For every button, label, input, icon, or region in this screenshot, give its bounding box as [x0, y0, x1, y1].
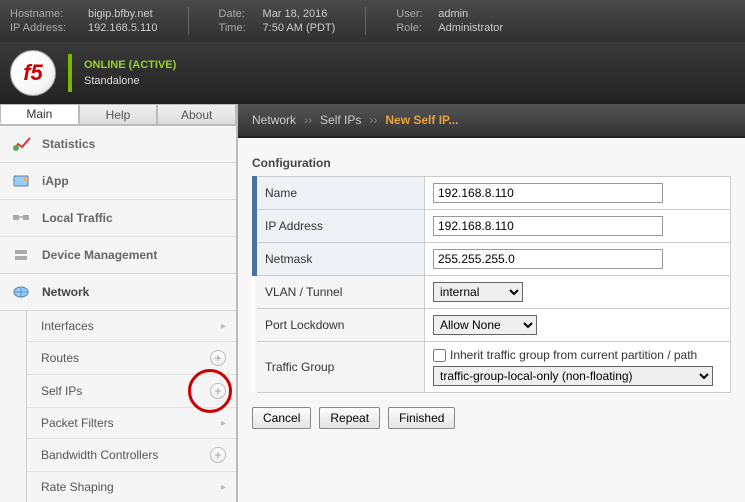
date-label: Date:	[219, 8, 257, 20]
inherit-tg-row[interactable]: Inherit traffic group from current parti…	[433, 348, 722, 362]
netmask-input[interactable]	[433, 249, 663, 269]
cfg-name-label: Name	[255, 177, 425, 210]
content: Configuration Name IP Address Netmask VL…	[238, 138, 745, 502]
breadcrumb-sep: ››	[304, 113, 312, 127]
localtraffic-icon	[12, 210, 32, 226]
cancel-button[interactable]: Cancel	[252, 407, 311, 429]
right-panel: Network ›› Self IPs ›› New Self IP... Co…	[236, 104, 745, 502]
subitem-bandwidth[interactable]: Bandwidth Controllers +	[27, 439, 236, 472]
ipaddress-input[interactable]	[433, 216, 663, 236]
hostname-value: bigip.bfby.net	[88, 8, 153, 20]
subitem-selfips[interactable]: Self IPs +	[27, 375, 236, 408]
name-input[interactable]	[433, 183, 663, 203]
nav-devicemgmt-label: Device Management	[42, 248, 157, 262]
topbar-sep	[188, 7, 189, 35]
status-standalone: Standalone	[84, 73, 176, 89]
status-online: ONLINE (ACTIVE)	[84, 57, 176, 73]
breadcrumb-sep: ››	[369, 113, 377, 127]
tab-help[interactable]: Help	[79, 104, 158, 124]
ip-value: 192.168.5.110	[88, 22, 158, 34]
portlockdown-select[interactable]: Allow None	[433, 315, 537, 335]
role-value: Administrator	[438, 22, 503, 34]
chevron-right-icon: ▸	[221, 418, 226, 429]
nav-network-label: Network	[42, 285, 89, 299]
nav-statistics-label: Statistics	[42, 137, 95, 151]
nav-localtraffic[interactable]: Local Traffic	[0, 200, 236, 237]
tabs: Main Help About	[0, 104, 236, 126]
tab-main[interactable]: Main	[0, 104, 79, 124]
chevron-right-icon: ▸	[221, 482, 226, 493]
finished-button[interactable]: Finished	[388, 407, 455, 429]
time-value: 7:50 AM (PDT)	[263, 22, 336, 34]
cfg-vlan-label: VLAN / Tunnel	[255, 276, 425, 309]
breadcrumb: Network ›› Self IPs ›› New Self IP...	[238, 104, 745, 138]
subitem-packetfilters[interactable]: Packet Filters ▸	[27, 408, 236, 439]
section-title: Configuration	[252, 156, 731, 170]
network-subnav: Interfaces ▸ Routes + Self IPs + Packet …	[26, 311, 236, 502]
user-label: User:	[396, 8, 432, 20]
subitem-rateshaping[interactable]: Rate Shaping ▸	[27, 472, 236, 502]
nav-iapp-label: iApp	[42, 174, 69, 188]
left-panel: Main Help About Statistics iApp Local Tr…	[0, 104, 236, 502]
ip-label: IP Address:	[10, 22, 82, 34]
user-value: admin	[438, 8, 468, 20]
inherit-tg-label: Inherit traffic group from current parti…	[450, 348, 697, 362]
subitem-routes-label: Routes	[41, 351, 79, 365]
subitem-routes[interactable]: Routes +	[27, 342, 236, 375]
breadcrumb-selfips[interactable]: Self IPs	[320, 113, 361, 127]
button-row: Cancel Repeat Finished	[252, 407, 731, 429]
subitem-packetfilters-label: Packet Filters	[41, 416, 114, 430]
add-icon[interactable]: +	[210, 383, 226, 399]
cfg-tg-label: Traffic Group	[255, 342, 425, 393]
trafficgroup-select[interactable]: traffic-group-local-only (non-floating)	[433, 366, 713, 386]
inherit-tg-checkbox[interactable]	[433, 349, 446, 362]
status-accent-bar	[68, 54, 72, 92]
subitem-bandwidth-label: Bandwidth Controllers	[41, 448, 158, 462]
f5-logo-icon: f5	[10, 50, 56, 96]
subitem-rateshaping-label: Rate Shaping	[41, 480, 114, 494]
subitem-selfips-label: Self IPs	[41, 384, 82, 398]
device-icon	[12, 247, 32, 263]
iapp-icon	[12, 173, 32, 189]
chevron-right-icon: ▸	[221, 321, 226, 332]
date-value: Mar 18, 2016	[263, 8, 328, 20]
breadcrumb-network[interactable]: Network	[252, 113, 296, 127]
breadcrumb-current: New Self IP...	[385, 113, 458, 127]
nav-devicemgmt[interactable]: Device Management	[0, 237, 236, 274]
nav-localtraffic-label: Local Traffic	[42, 211, 113, 225]
repeat-button[interactable]: Repeat	[319, 407, 380, 429]
network-icon	[12, 284, 32, 300]
cfg-ip-label: IP Address	[255, 210, 425, 243]
tab-about[interactable]: About	[157, 104, 236, 124]
hostname-label: Hostname:	[10, 8, 82, 20]
nav-network[interactable]: Network	[0, 274, 236, 311]
subitem-interfaces-label: Interfaces	[41, 319, 94, 333]
vlan-select[interactable]: internal	[433, 282, 523, 302]
nav-iapp[interactable]: iApp	[0, 163, 236, 200]
time-label: Time:	[219, 22, 257, 34]
role-label: Role:	[396, 22, 432, 34]
add-icon[interactable]: +	[210, 447, 226, 463]
topbar-sep	[365, 7, 366, 35]
cfg-netmask-label: Netmask	[255, 243, 425, 276]
cfg-port-label: Port Lockdown	[255, 309, 425, 342]
chart-icon	[12, 136, 32, 152]
subitem-interfaces[interactable]: Interfaces ▸	[27, 311, 236, 342]
add-icon[interactable]: +	[210, 350, 226, 366]
topbar: Hostname: bigip.bfby.net IP Address: 192.1…	[0, 0, 745, 42]
config-table: Name IP Address Netmask VLAN / Tunnel in…	[252, 176, 731, 393]
nav-statistics[interactable]: Statistics	[0, 126, 236, 163]
brandbar: f5 ONLINE (ACTIVE) Standalone	[0, 42, 745, 104]
